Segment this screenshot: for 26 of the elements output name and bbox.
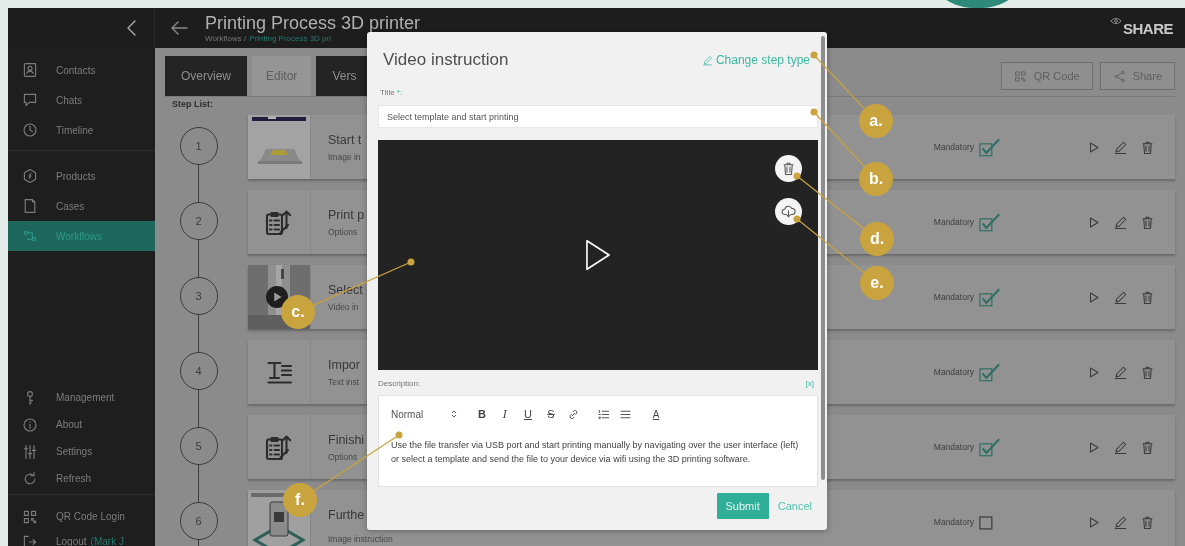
step-type: Options (328, 226, 359, 237)
step-title: Start t (328, 132, 362, 147)
step-type: Image in (328, 151, 362, 162)
field-label: Title (380, 88, 395, 99)
page-title: Printing Process 3D printer (205, 12, 421, 34)
step-title: Finishi (328, 432, 365, 447)
step-type: Options (328, 451, 359, 462)
mandatory-label: Mandatory (933, 367, 974, 377)
mandatory-label: Mandatory (933, 142, 974, 152)
step-type: Video in (328, 301, 360, 312)
step-type: Image instruction (328, 534, 393, 544)
breadcrumb-current: Printing Process 3D pri (249, 34, 331, 44)
step-list-label: Step List: (171, 98, 214, 109)
mandatory-label: Mandatory (933, 292, 974, 302)
description-text: Use the file transfer via USB port and start printing manually by navigating over the user interface (left) or select a template and send the file to your device via wifi using the 3D printing software. (391, 439, 800, 466)
step-type: Text inst (328, 376, 360, 387)
step-title: Furthe (328, 508, 366, 522)
step-title: Print p (328, 207, 365, 222)
field-label: Description: (378, 378, 421, 388)
mandatory-label: Mandatory (933, 442, 974, 452)
brand-logo-text: SHARE (1123, 19, 1173, 37)
step-title: Impor (328, 357, 360, 372)
mandatory-label: Mandatory (933, 517, 974, 527)
mandatory-label: Mandatory (933, 217, 974, 227)
dialog-title: Video instruction (383, 50, 509, 70)
required-mark: *: (396, 88, 403, 99)
